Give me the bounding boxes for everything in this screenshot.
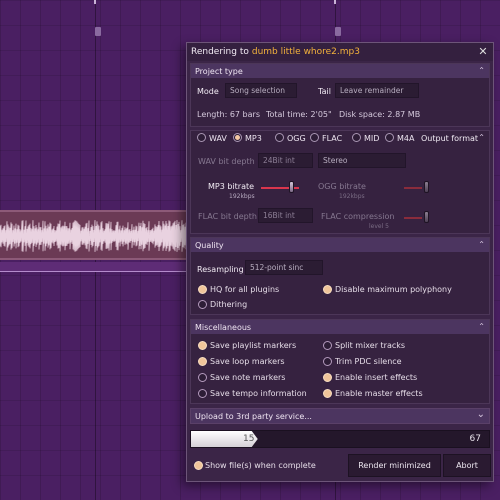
format-label-wav: WAV [209, 134, 227, 143]
chevron-up-icon[interactable]: ⌃ [478, 133, 485, 142]
save-loop-markers-label: Save loop markers [210, 357, 285, 366]
output-format-section: WAV MP3 OGG FLAC MID M4A Output format ⌃ WAV … [190, 130, 490, 234]
progress-total: 67 [469, 434, 481, 444]
render-dialog: Rendering to dumb little whore2.mp3 ✕ Pr… [186, 42, 494, 482]
format-radio-mid[interactable] [352, 133, 361, 142]
section-title: Project type [195, 66, 243, 76]
misc-header[interactable]: Miscellaneous ⌃ [191, 320, 489, 334]
tail-select[interactable]: Leave remainder [335, 83, 419, 98]
chevron-up-icon[interactable]: ⌃ [478, 66, 485, 75]
quality-section: Quality ⌃ Resampling 512-point sinc HQ f… [190, 237, 490, 315]
dialog-title-bar[interactable]: Rendering to dumb little whore2.mp3 [187, 43, 493, 61]
format-radio-flac[interactable] [310, 133, 319, 142]
output-format-header: WAV MP3 OGG FLAC MID M4A Output format ⌃ [191, 131, 489, 145]
disable-polyphony-label: Disable maximum polyphony [335, 285, 452, 294]
render-minimized-button[interactable]: Render minimized [348, 454, 441, 477]
flac-bit-depth-select[interactable]: 16Bit int [258, 208, 313, 223]
chevron-up-icon[interactable]: ⌃ [478, 240, 485, 249]
mp3-bitrate-value: 192kbps [229, 193, 255, 200]
mp3-bitrate-label: MP3 bitrate [208, 182, 255, 191]
enable-master-effects-checkbox[interactable] [323, 389, 332, 398]
project-type-section: Project type ⌃ Mode Song selection Tail … [190, 63, 490, 127]
upload-service-dropdown[interactable]: Upload to 3rd party service... ⌄ [190, 408, 490, 424]
playlist-marker[interactable] [95, 27, 101, 36]
audio-waveform [0, 220, 187, 252]
timeline-tick [334, 0, 336, 4]
disable-polyphony-checkbox[interactable] [323, 285, 332, 294]
mode-select[interactable]: Song selection [225, 83, 297, 98]
show-files-checkbox[interactable] [194, 461, 203, 470]
mode-label: Mode [197, 87, 219, 96]
resampling-select[interactable]: 512-point sinc [245, 260, 323, 275]
save-playlist-markers-label: Save playlist markers [210, 341, 297, 350]
chevron-up-icon[interactable]: ⌃ [478, 322, 485, 331]
wav-bit-depth-select[interactable]: 24Bit int [258, 153, 313, 168]
show-files-label: Show file(s) when complete [205, 461, 316, 470]
resampling-label: Resampling [197, 265, 244, 274]
enable-master-effects-label: Enable master effects [335, 389, 423, 398]
quality-header[interactable]: Quality ⌃ [191, 238, 489, 252]
split-mixer-tracks-label: Split mixer tracks [335, 341, 406, 350]
close-icon[interactable]: ✕ [477, 46, 489, 58]
flac-compression-label: FLAC compression [321, 212, 395, 221]
ogg-bitrate-value: 192kbps [339, 193, 365, 200]
length-text: Length: 67 bars [197, 110, 260, 119]
save-note-markers-checkbox[interactable] [198, 373, 207, 382]
save-playlist-markers-checkbox[interactable] [198, 341, 207, 350]
flac-compression-knob[interactable] [424, 211, 429, 223]
ogg-bitrate-slider[interactable] [404, 187, 422, 189]
upload-service-label: Upload to 3rd party service... [195, 411, 312, 421]
trim-pdc-silence-label: Trim PDC silence [335, 357, 402, 366]
dithering-label: Dithering [210, 300, 248, 309]
section-title: Miscellaneous [195, 322, 252, 332]
section-title: Quality [195, 240, 224, 250]
render-progress-bar: 15 67 [190, 430, 490, 448]
format-label-m4a: M4A [397, 134, 415, 143]
save-note-markers-label: Save note markers [210, 373, 286, 382]
format-radio-m4a[interactable] [385, 133, 394, 142]
enable-insert-effects-checkbox[interactable] [323, 373, 332, 382]
format-label-flac: FLAC [322, 134, 343, 143]
misc-section: Miscellaneous ⌃ Save playlist markers Sp… [190, 319, 490, 404]
total-time-text: Total time: 2'05" [266, 110, 332, 119]
mp3-bitrate-knob[interactable] [288, 181, 294, 193]
flac-bit-depth-label: FLAC bit depth [198, 212, 257, 221]
timeline-tick [94, 0, 96, 4]
save-loop-markers-checkbox[interactable] [198, 357, 207, 366]
format-label-mp3: MP3 [245, 134, 262, 143]
split-mixer-tracks-checkbox[interactable] [323, 341, 332, 350]
disk-space-text: Disk space: 2.87 MB [339, 110, 421, 119]
ogg-bitrate-knob[interactable] [424, 181, 429, 193]
format-label-mid: MID [364, 134, 380, 143]
progress-current: 15 [243, 434, 255, 444]
enable-insert-effects-label: Enable insert effects [335, 373, 418, 382]
dithering-checkbox[interactable] [198, 300, 207, 309]
save-tempo-checkbox[interactable] [198, 389, 207, 398]
wav-bit-depth-label: WAV bit depth [198, 157, 255, 166]
audio-clip[interactable] [0, 210, 187, 260]
playlist-track-strip [0, 262, 187, 272]
dialog-title: Rendering to [191, 47, 249, 57]
output-file-name: dumb little whore2.mp3 [251, 47, 360, 57]
trim-pdc-silence-checkbox[interactable] [323, 357, 332, 366]
channels-select[interactable]: Stereo [318, 153, 406, 168]
output-format-title: Output format [421, 134, 479, 143]
hq-plugins-label: HQ for all plugins [210, 285, 280, 294]
chevron-down-icon[interactable]: ⌄ [477, 409, 485, 420]
project-type-header[interactable]: Project type ⌃ [191, 64, 489, 78]
playlist-marker[interactable] [335, 27, 341, 36]
format-radio-ogg[interactable] [275, 133, 284, 142]
format-label-ogg: OGG [287, 134, 306, 143]
flac-compression-value: level 5 [369, 223, 389, 230]
tail-label: Tail [318, 87, 331, 96]
flac-compression-slider[interactable] [404, 217, 422, 219]
abort-button[interactable]: Abort [443, 454, 491, 477]
format-radio-mp3[interactable] [233, 133, 242, 142]
format-radio-wav[interactable] [197, 133, 206, 142]
save-tempo-label: Save tempo information [210, 389, 307, 398]
hq-plugins-checkbox[interactable] [198, 285, 207, 294]
ogg-bitrate-label: OGG bitrate [318, 182, 366, 191]
